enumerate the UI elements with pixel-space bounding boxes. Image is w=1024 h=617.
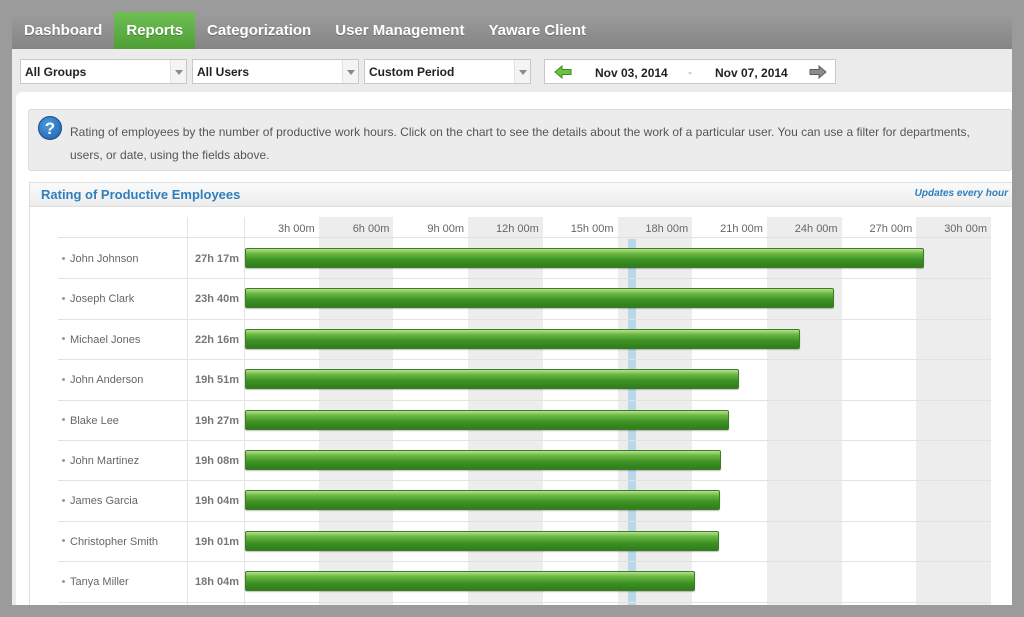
employee-hours: 27h 17m: [194, 253, 239, 265]
row-divider: [58, 278, 991, 280]
employee-hours: 19h 04m: [194, 495, 239, 508]
bullet-icon: [62, 458, 65, 462]
employee-name-text: John Johnson: [70, 253, 139, 265]
bullet-icon: [62, 579, 65, 583]
nav-categorization[interactable]: Categorization: [195, 12, 323, 49]
date-range: Nov 03, 2014 - Nov 07, 2014: [544, 59, 836, 84]
help-icon: ?: [38, 116, 62, 140]
grid-stripe: [766, 217, 842, 605]
bullet-icon: [62, 539, 65, 543]
bullet-icon: [62, 256, 65, 260]
row-divider: [58, 601, 991, 603]
user-select[interactable]: All Users: [192, 59, 359, 84]
employee-name-text: Blake Lee: [70, 414, 119, 427]
employee-name[interactable]: John Martinez: [58, 455, 188, 467]
productive-employees-chart: Rating of Productive Employees Updates e…: [29, 182, 1012, 605]
employee-name-text: Christopher Smith: [70, 535, 159, 548]
period-select[interactable]: Custom Period: [364, 59, 531, 84]
x-tick-label: 6h 00m: [352, 223, 390, 235]
chart-update-note: Updates every hour: [914, 188, 1008, 199]
row-divider: [58, 359, 991, 361]
employee-hours: 23h 40m: [194, 293, 239, 306]
nav-yaware-client[interactable]: Yaware Client: [476, 12, 598, 49]
header-divider: [58, 237, 991, 238]
x-tick-label: 12h 00m: [495, 223, 539, 235]
employee-hours: 19h 01m: [194, 535, 239, 548]
employee-hours: 22h 16m: [194, 333, 239, 346]
date-from[interactable]: Nov 03, 2014: [595, 66, 668, 80]
productive-hours-bar[interactable]: [245, 571, 695, 592]
main-nav: Dashboard Reports Categorization User Ma…: [12, 12, 1012, 49]
date-to[interactable]: Nov 07, 2014: [715, 66, 788, 80]
employee-name-text: James Garcia: [70, 495, 138, 508]
employee-name-text: Joseph Clark: [70, 293, 135, 306]
user-select-value: All Users: [197, 65, 250, 79]
arrow-right-icon[interactable]: [809, 65, 827, 79]
employee-name[interactable]: Joseph Clark: [58, 293, 188, 305]
chevron-down-icon[interactable]: [170, 60, 186, 83]
employee-name-text: Tanya Miller: [70, 576, 129, 589]
row-divider: [58, 440, 991, 441]
app-frame: Dashboard Reports Categorization User Ma…: [12, 12, 1012, 605]
bullet-icon: [62, 418, 65, 422]
arrow-left-icon[interactable]: [554, 65, 572, 79]
row-divider: [58, 520, 991, 522]
productive-hours-bar[interactable]: [245, 248, 925, 268]
employee-hours: 19h 27m: [194, 414, 239, 427]
grid-stripe: [916, 217, 991, 605]
x-tick-label: 21h 00m: [720, 223, 763, 235]
employee-name[interactable]: Michael Jones: [58, 334, 188, 346]
group-select[interactable]: All Groups: [20, 59, 187, 84]
employee-name[interactable]: Tanya Miller: [58, 576, 188, 588]
x-tick-label: 3h 00m: [277, 223, 315, 235]
x-tick-label: 18h 00m: [645, 223, 689, 235]
info-text: Rating of employees by the number of pro…: [70, 125, 970, 162]
employee-name[interactable]: Christopher Smith: [58, 536, 188, 548]
bullet-icon: [62, 377, 65, 381]
x-tick-label: 9h 00m: [427, 223, 465, 235]
row-divider: [58, 480, 991, 482]
x-tick-label: 27h 00m: [869, 223, 913, 235]
date-separator: -: [688, 65, 692, 79]
productive-hours-bar[interactable]: [245, 409, 730, 430]
content-panel: ? Rating of employees by the number of p…: [16, 92, 1012, 605]
employee-name-text: John Anderson: [70, 374, 144, 387]
chevron-down-icon[interactable]: [514, 60, 530, 83]
row-divider: [58, 399, 991, 401]
row-divider: [58, 561, 991, 563]
productive-hours-bar[interactable]: [245, 530, 719, 551]
chart-title: Rating of Productive Employees: [41, 187, 241, 202]
productive-hours-bar[interactable]: [245, 328, 800, 349]
period-select-value: Custom Period: [369, 65, 455, 79]
bullet-icon: [62, 296, 65, 300]
x-tick-label: 15h 00m: [570, 223, 614, 235]
info-box: ? Rating of employees by the number of p…: [28, 109, 1012, 171]
employee-name[interactable]: John Anderson: [58, 374, 188, 386]
employee-hours: 19h 51m: [194, 374, 239, 387]
employee-name[interactable]: John Johnson: [58, 253, 188, 265]
group-select-value: All Groups: [25, 65, 87, 79]
nav-dashboard[interactable]: Dashboard: [12, 12, 114, 49]
employee-name[interactable]: James Garcia: [58, 495, 188, 507]
bullet-icon: [62, 498, 65, 502]
chevron-down-icon[interactable]: [342, 60, 358, 83]
employee-hours: 18h 04m: [194, 576, 239, 589]
employee-name-text: Michael Jones: [70, 333, 141, 346]
chart-header: Rating of Productive Employees Updates e…: [30, 183, 1012, 207]
employee-hours: 19h 08m: [194, 455, 239, 467]
x-tick-label: 30h 00m: [944, 223, 987, 235]
productive-hours-bar[interactable]: [245, 450, 722, 470]
row-divider: [58, 318, 991, 320]
employee-name[interactable]: Blake Lee: [58, 415, 188, 427]
productive-hours-bar[interactable]: [245, 288, 835, 309]
x-tick-label: 24h 00m: [794, 223, 838, 235]
nav-reports[interactable]: Reports: [114, 12, 196, 49]
employee-name-text: John Martinez: [70, 455, 140, 467]
bullet-icon: [62, 337, 65, 341]
productive-hours-bar[interactable]: [245, 490, 720, 511]
nav-user-management[interactable]: User Management: [323, 12, 476, 49]
productive-hours-bar[interactable]: [245, 369, 740, 390]
